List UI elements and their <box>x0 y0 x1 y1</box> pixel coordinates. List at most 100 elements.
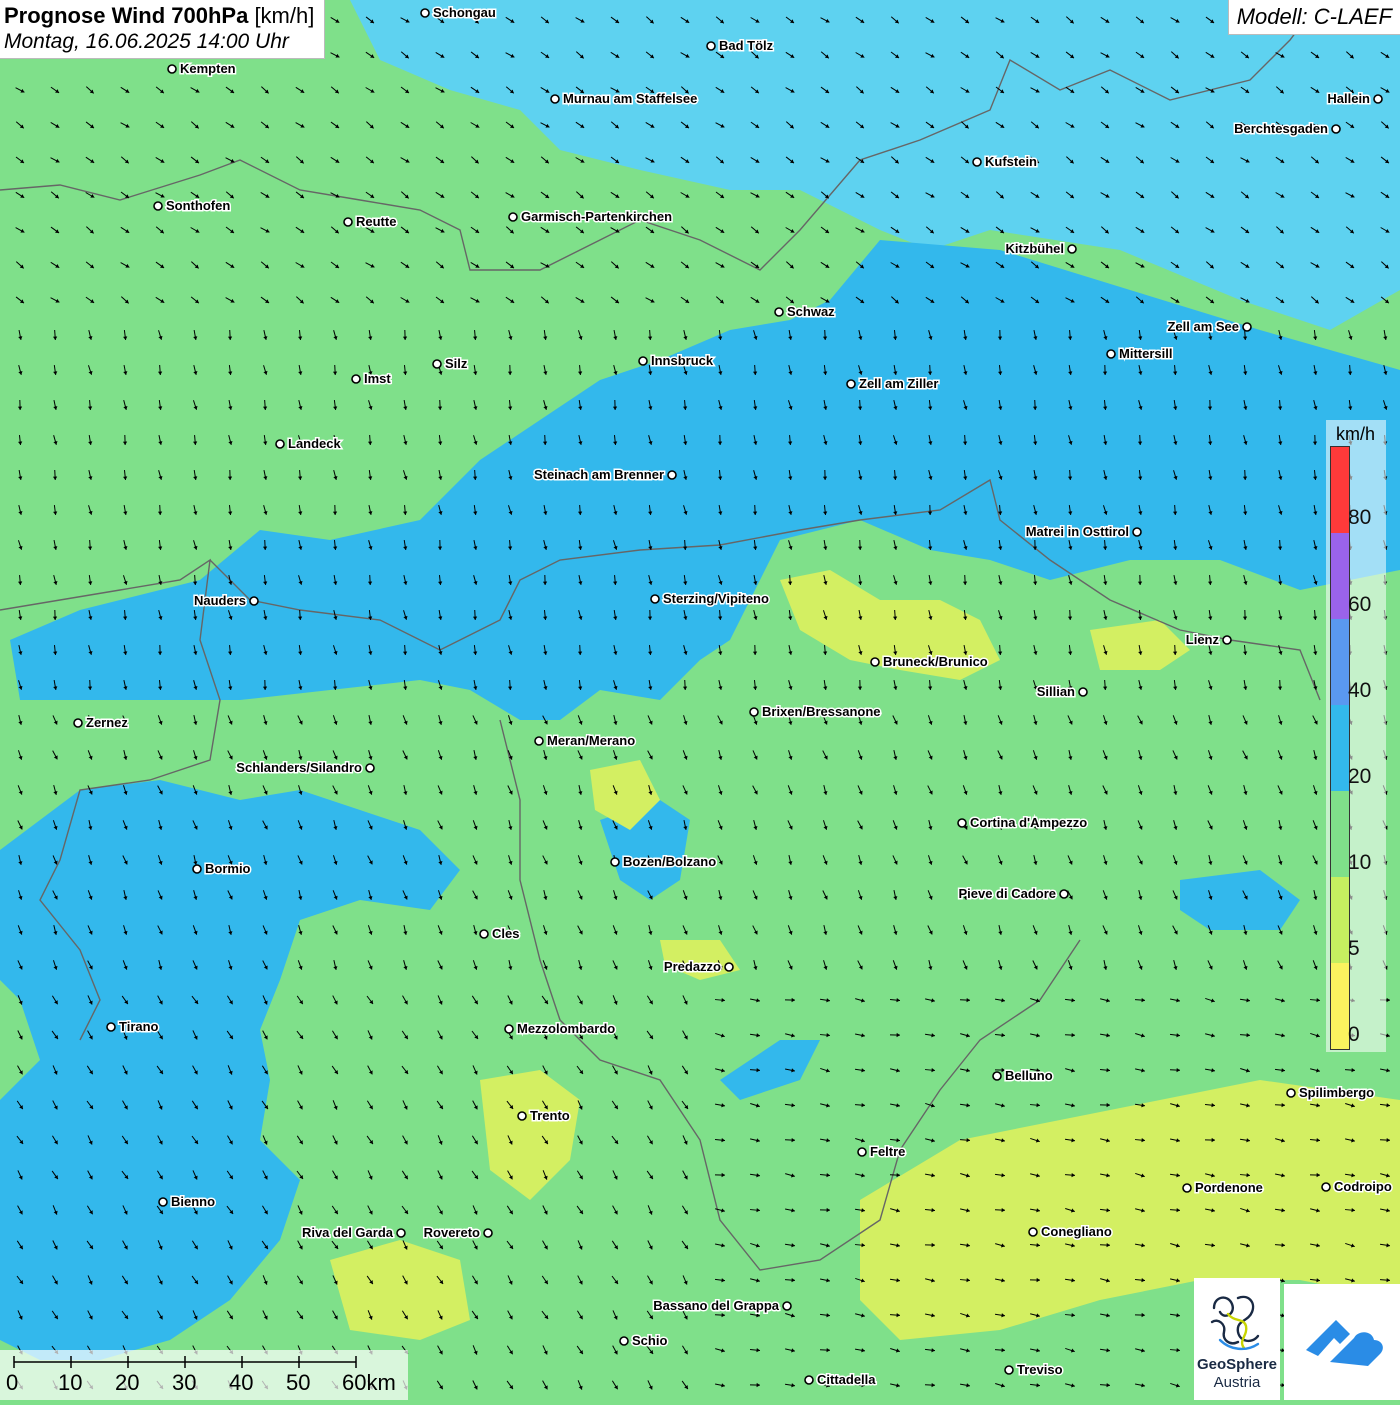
city-label: Hallein <box>1327 91 1370 106</box>
city-dot <box>725 963 733 971</box>
forecast-date: Montag, 16.06.2025 14:00 Uhr <box>4 30 314 54</box>
city-dot <box>993 1072 1001 1080</box>
wind-map[interactable]: SchongauBad TölzKemptenMurnau am Staffel… <box>0 0 1400 1400</box>
city-label: Tirano <box>119 1019 159 1034</box>
city-label: Cles <box>492 926 519 941</box>
city-marker[interactable]: Schongau <box>421 5 496 20</box>
city-marker[interactable]: Bozen/Bolzano <box>611 854 716 869</box>
city-dot <box>611 858 619 866</box>
city-dot <box>344 218 352 226</box>
city-label: Bienno <box>171 1194 215 1209</box>
city-marker[interactable]: Steinach am Brenner <box>534 467 676 482</box>
city-marker[interactable]: Innsbruck <box>639 353 714 368</box>
city-dot <box>366 764 374 772</box>
city-dot <box>1322 1183 1330 1191</box>
city-label: Steinach am Brenner <box>534 467 664 482</box>
city-marker[interactable]: Sonthofen <box>154 198 230 213</box>
scale-label-30: 30 <box>172 1370 196 1396</box>
city-marker[interactable]: Brixen/Bressanone <box>750 704 881 719</box>
city-label: Riva del Garda <box>302 1225 394 1240</box>
city-label: Sillian <box>1037 684 1075 699</box>
legend-tick-5: 5 <box>1348 937 1360 961</box>
city-dot <box>783 1302 791 1310</box>
city-dot <box>1243 323 1251 331</box>
logo-name: GeoSphere <box>1194 1356 1280 1373</box>
city-marker[interactable]: Riva del Garda <box>302 1225 405 1240</box>
city-marker[interactable]: Sterzing/Vipiteno <box>651 591 769 606</box>
title-text: Prognose Wind 700hPa <box>4 3 248 28</box>
city-marker[interactable]: Zell am Ziller <box>847 376 938 391</box>
legend-unit: km/h <box>1336 424 1375 445</box>
city-dot <box>1060 890 1068 898</box>
legend-seg-5 <box>1331 877 1349 963</box>
city-label: Schongau <box>433 5 496 20</box>
city-dot <box>168 65 176 73</box>
city-dot <box>1068 245 1076 253</box>
legend-seg-10 <box>1331 791 1349 877</box>
city-marker[interactable]: Schlanders/Silandro <box>236 760 374 775</box>
city-marker[interactable]: Spilimbergo <box>1287 1085 1374 1100</box>
city-dot <box>1029 1228 1037 1236</box>
legend-seg-60 <box>1331 533 1349 619</box>
city-marker[interactable]: Bassano del Grappa <box>653 1298 791 1313</box>
city-marker[interactable]: Pordenone <box>1183 1180 1263 1195</box>
city-marker[interactable]: Mezzolombardo <box>505 1021 615 1036</box>
city-marker[interactable]: Cortina d'Ampezzo <box>958 815 1087 830</box>
city-dot <box>1107 350 1115 358</box>
city-marker[interactable]: Pieve di Cadore <box>958 886 1068 901</box>
city-label: Mezzolombardo <box>517 1021 615 1036</box>
city-dot <box>668 471 676 479</box>
city-marker[interactable]: Murnau am Staffelsee <box>551 91 697 106</box>
city-dot <box>276 440 284 448</box>
city-dot <box>421 9 429 17</box>
city-label: Bormio <box>205 861 251 876</box>
city-label: Predazzo <box>664 959 721 974</box>
city-marker[interactable]: Matrei in Osttirol <box>1026 524 1141 539</box>
scale-label-10: 10 <box>58 1370 82 1396</box>
city-label: Spilimbergo <box>1299 1085 1374 1100</box>
city-marker[interactable]: Bruneck/Brunico <box>871 654 988 669</box>
city-dot <box>433 360 441 368</box>
city-label: Lienz <box>1186 632 1220 647</box>
city-dot <box>707 42 715 50</box>
legend-tick-10: 10 <box>1348 851 1371 875</box>
city-marker[interactable]: Meran/Merano <box>535 733 635 748</box>
city-label: Zell am See <box>1167 319 1239 334</box>
city-marker[interactable]: Garmisch-Partenkirchen <box>509 209 672 224</box>
city-dot <box>1005 1366 1013 1374</box>
city-label: Bruneck/Brunico <box>883 654 988 669</box>
city-label: Schwaz <box>787 304 835 319</box>
city-label: Sonthofen <box>166 198 230 213</box>
city-dot <box>159 1198 167 1206</box>
city-label: Kufstein <box>985 154 1037 169</box>
city-label: Meran/Merano <box>547 733 635 748</box>
city-dot <box>1183 1184 1191 1192</box>
scale-label-40: 40 <box>229 1370 253 1396</box>
city-label: Zernez <box>86 715 128 730</box>
city-label: Pordenone <box>1195 1180 1263 1195</box>
title-box: Prognose Wind 700hPa [km/h] Montag, 16.0… <box>0 0 325 59</box>
legend-tick-60: 60 <box>1348 593 1371 617</box>
city-dot <box>651 595 659 603</box>
app-logo[interactable] <box>1284 1284 1400 1400</box>
legend-seg-80 <box>1331 447 1349 533</box>
city-dot <box>1287 1089 1295 1097</box>
model-label: Modell: C-LAEF <box>1228 0 1400 35</box>
city-dot <box>74 719 82 727</box>
legend-seg-0 <box>1331 963 1349 1049</box>
geosphere-logo[interactable]: GeoSphere Austria <box>1194 1278 1280 1400</box>
city-dot <box>1332 125 1340 133</box>
city-marker[interactable]: Berchtesgaden <box>1234 121 1340 136</box>
city-label: Cortina d'Ampezzo <box>970 815 1087 830</box>
city-label: Landeck <box>288 436 342 451</box>
city-label: Feltre <box>870 1144 905 1159</box>
city-marker[interactable]: Zell am See <box>1167 319 1251 334</box>
city-marker[interactable]: Conegliano <box>1029 1224 1112 1239</box>
title-unit: [km/h] <box>254 3 314 28</box>
legend-tick-20: 20 <box>1348 765 1371 789</box>
city-dot <box>639 357 647 365</box>
legend-bar <box>1330 446 1350 1050</box>
legend-seg-20 <box>1331 705 1349 791</box>
city-dot <box>352 375 360 383</box>
city-label: Matrei in Osttirol <box>1026 524 1129 539</box>
